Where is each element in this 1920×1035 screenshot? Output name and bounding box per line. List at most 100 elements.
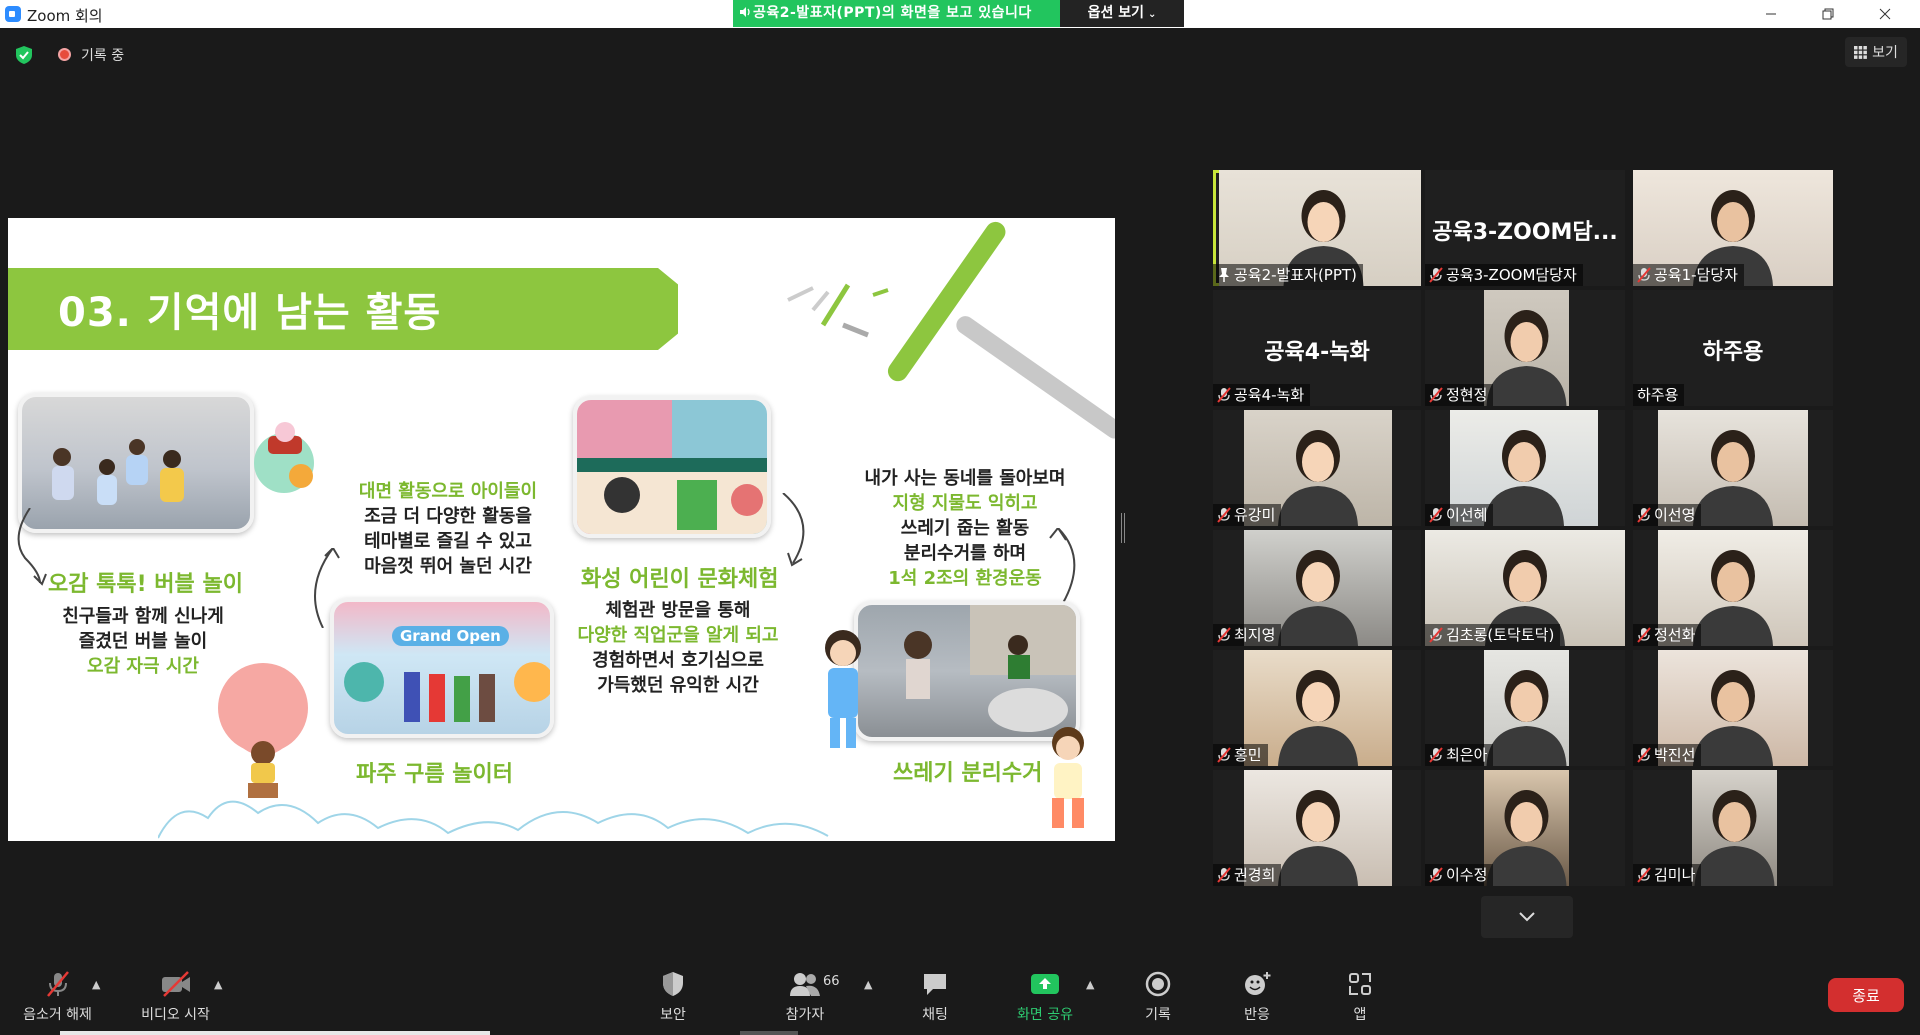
participant-name: 공육4-녹화 — [1234, 386, 1305, 404]
participant-name: 김초롱(토닥토닥) — [1446, 626, 1555, 644]
unmute-button[interactable]: 음소거 해제 — [15, 958, 100, 1035]
person-silhouette — [1486, 670, 1567, 766]
minimize-button[interactable] — [1748, 0, 1794, 28]
participant-tile[interactable]: 최지영 — [1213, 530, 1421, 646]
participant-video — [1484, 770, 1569, 886]
shield-icon — [663, 971, 683, 996]
smiley-plus-icon — [1245, 971, 1271, 995]
participant-name: 이선혜 — [1446, 506, 1488, 524]
view-button[interactable]: 보기 — [1845, 37, 1907, 67]
participant-name: 정현정 — [1446, 386, 1488, 404]
participant-tile[interactable]: 정현정 — [1425, 290, 1625, 406]
participant-tile[interactable]: 공육3-ZOOM담... 공육3-ZOOM담당자 — [1425, 170, 1625, 286]
microphone-muted-icon — [1429, 747, 1443, 763]
text-line: 테마별로 즐길 수 있고 — [364, 531, 532, 552]
microphone-muted-icon — [1217, 747, 1231, 763]
participant-name-tag: 김초롱(토닥토닥) — [1425, 624, 1561, 646]
participant-tile[interactable]: 공육1-담당자 — [1633, 170, 1833, 286]
start-video-label: 비디오 시작 — [141, 1006, 210, 1023]
participant-name-tag: 권경희 — [1213, 864, 1282, 886]
participants-count: 66 — [823, 974, 840, 989]
participant-tile[interactable]: 이선영 — [1633, 410, 1833, 526]
close-button[interactable] — [1862, 0, 1908, 28]
participant-name: 하주용 — [1637, 386, 1679, 404]
horizontal-scrollbar[interactable] — [60, 1031, 490, 1035]
participant-name: 권경희 — [1234, 866, 1276, 884]
arrow-decoration — [17, 508, 47, 586]
participant-name: 홍민 — [1234, 746, 1262, 764]
participant-name: 이수정 — [1446, 866, 1488, 884]
security-button[interactable]: 보안 — [648, 958, 698, 1035]
gallery-next-page-button[interactable] — [1481, 896, 1573, 938]
start-video-button[interactable]: 비디오 시작 — [133, 958, 218, 1035]
restore-button[interactable] — [1805, 0, 1851, 28]
participant-tile[interactable]: 이선혜 — [1425, 410, 1625, 526]
culture-experience-photo — [573, 396, 771, 538]
minimize-icon — [1766, 13, 1776, 15]
apps-button[interactable]: 앱 — [1345, 958, 1375, 1035]
split-view-resize-handle[interactable] — [1121, 513, 1125, 543]
microphone-muted-icon — [1637, 627, 1651, 643]
video-options-caret[interactable]: ▲ — [214, 978, 222, 991]
speaker-icon — [740, 7, 750, 17]
characters-and-family — [344, 662, 550, 722]
share-options-caret[interactable]: ▲ — [1086, 978, 1094, 991]
participant-name-tag: 김미나 — [1633, 864, 1702, 886]
participant-tile[interactable]: 김미나 — [1633, 770, 1833, 886]
participant-tile[interactable]: 최은아 — [1425, 650, 1625, 766]
participant-tile[interactable]: 홍민 — [1213, 650, 1421, 766]
share-screen-icon — [1031, 973, 1059, 994]
microphone-muted-icon — [1429, 507, 1443, 523]
participant-name: 공육1-담당자 — [1654, 266, 1738, 284]
microphone-muted-icon — [1217, 387, 1231, 403]
participant-tile[interactable]: 공육4-녹화 공육4-녹화 — [1213, 290, 1421, 406]
chat-button[interactable]: 채팅 — [910, 958, 960, 1035]
participant-tile[interactable]: 김초롱(토닥토닥) — [1425, 530, 1625, 646]
recording-status: 기록 중 — [81, 48, 125, 64]
text-line: 가득했던 유익한 시간 — [597, 675, 759, 696]
participant-name-tag: 공육3-ZOOM담당자 — [1425, 264, 1583, 286]
share-screen-button[interactable]: 화면 공유 — [1010, 958, 1080, 1035]
reactions-button[interactable]: 반응 — [1237, 958, 1277, 1035]
arrow-decoration — [782, 493, 805, 567]
record-button[interactable]: 기록 — [1138, 958, 1178, 1035]
participant-tile[interactable]: 박진선 — [1633, 650, 1833, 766]
encryption-shield-icon[interactable] — [14, 45, 34, 65]
text-neighborhood: 내가 사는 동네를 돌아보며 지형 지물도 익히고 쓰레기 줍는 활동 분리수거… — [850, 466, 1080, 591]
participant-tile[interactable]: 이수정 — [1425, 770, 1625, 886]
end-meeting-button[interactable]: 종료 — [1828, 978, 1904, 1012]
video-camera-off-icon — [161, 970, 190, 997]
participant-video — [1484, 290, 1569, 406]
participant-tile[interactable]: 공육2-발표자(PPT) — [1213, 170, 1421, 286]
participant-tile[interactable]: 권경희 — [1213, 770, 1421, 886]
horizontal-scrollbar-thumb[interactable] — [740, 1031, 798, 1035]
text-line: 마음껏 뛰어 놀던 시간 — [364, 556, 532, 577]
participants-button[interactable]: 참가자 — [775, 958, 835, 1035]
participant-name: 최은아 — [1446, 746, 1488, 764]
participant-name: 박진선 — [1654, 746, 1696, 764]
participant-tile[interactable]: 하주용 하주용 — [1633, 290, 1833, 406]
participant-display-name: 공육3-ZOOM담... — [1432, 220, 1618, 245]
share-banner-text: 공육2-발표자(PPT)의 화면을 보고 있습니다 — [753, 5, 1032, 21]
participant-name: 공육3-ZOOM담당자 — [1446, 266, 1577, 284]
participant-video — [1692, 770, 1777, 886]
participants-options-caret[interactable]: ▲ — [864, 978, 872, 991]
participant-tile[interactable]: 유강미 — [1213, 410, 1421, 526]
microphone-muted-icon — [1429, 267, 1443, 283]
audio-options-caret[interactable]: ▲ — [92, 978, 100, 991]
title-bar: Zoom 회의 공육2-발표자(PPT)의 화면을 보고 있습니다 옵션 보기 ⌄ — [0, 0, 1920, 28]
microphone-muted-icon — [1217, 507, 1231, 523]
text-line: 체험관 방문을 통해 — [605, 600, 751, 621]
arrow-decoration — [1049, 528, 1076, 604]
chat-bubble-icon — [924, 973, 946, 995]
reactions-label: 반응 — [1244, 1006, 1270, 1023]
participant-name: 유강미 — [1234, 506, 1276, 524]
participant-name-tag: 유강미 — [1213, 504, 1282, 526]
participant-name-tag: 홍민 — [1213, 744, 1268, 766]
caption-culture-experience: 화성 어린이 문화체험 — [581, 567, 779, 592]
unmute-label: 음소거 해제 — [23, 1006, 92, 1023]
chevron-down-icon: ⌄ — [1148, 9, 1157, 20]
participant-tile[interactable]: 정선화 — [1633, 530, 1833, 646]
view-options-button[interactable]: 옵션 보기 ⌄ — [1060, 0, 1184, 27]
participant-name-tag: 최은아 — [1425, 744, 1494, 766]
